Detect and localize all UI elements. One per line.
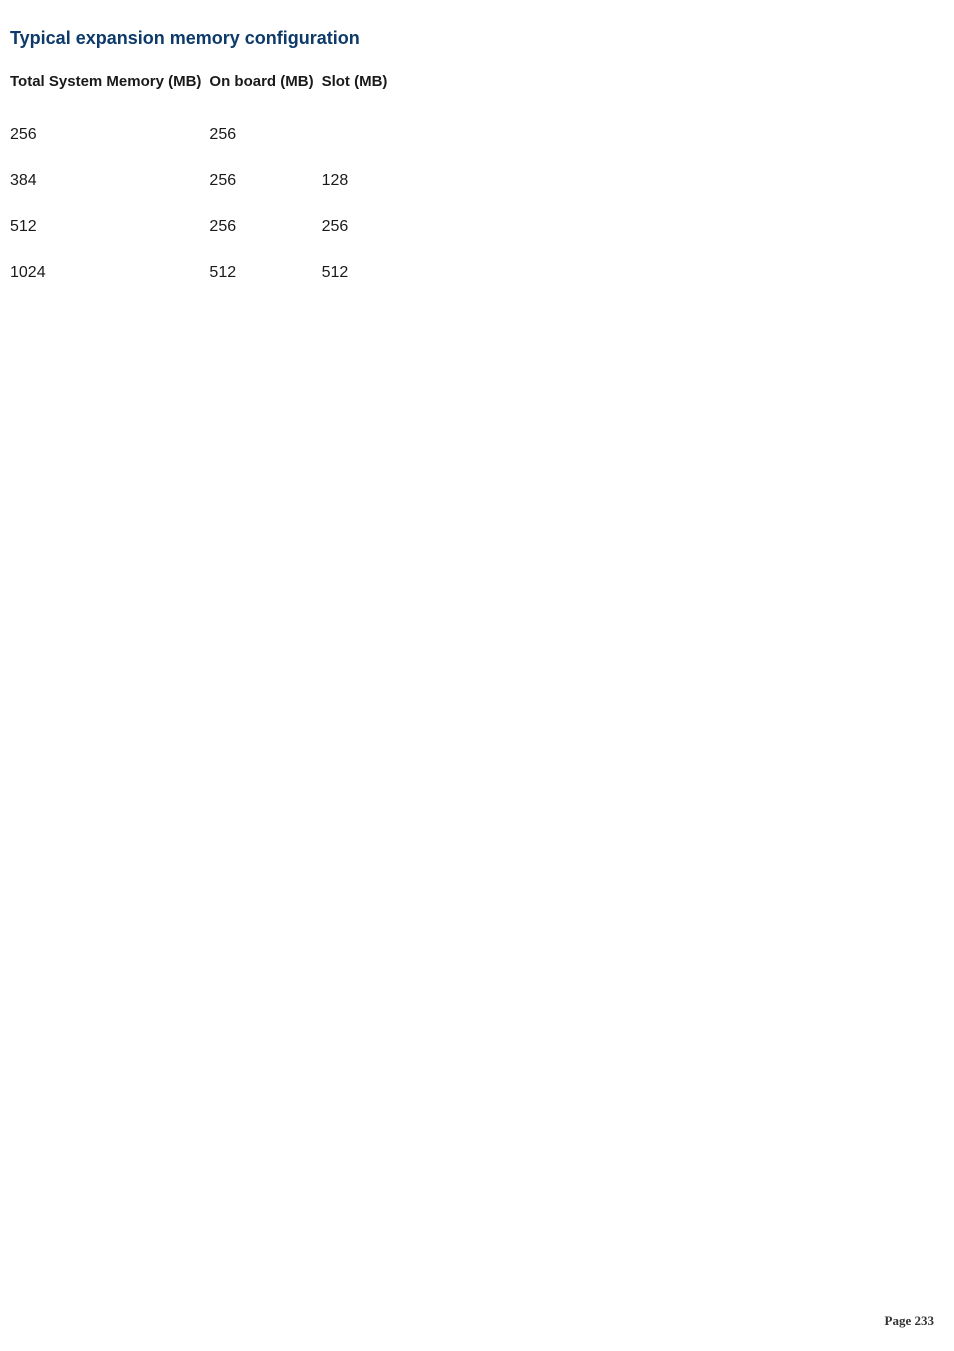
cell-slot: 512 [322, 250, 396, 296]
table-row: 256 256 [10, 112, 395, 158]
table-row: 512 256 256 [10, 204, 395, 250]
cell-total: 512 [10, 204, 209, 250]
cell-onboard: 512 [209, 250, 321, 296]
table-row: 1024 512 512 [10, 250, 395, 296]
page-footer: Page 233 [885, 1313, 934, 1329]
cell-onboard: 256 [209, 112, 321, 158]
table-header-row: Total System Memory (MB) On board (MB) S… [10, 73, 395, 112]
cell-total: 384 [10, 158, 209, 204]
col-header-total: Total System Memory (MB) [10, 73, 209, 112]
memory-config-table: Total System Memory (MB) On board (MB) S… [10, 73, 395, 296]
col-header-onboard: On board (MB) [209, 73, 321, 112]
cell-slot: 128 [322, 158, 396, 204]
section-heading: Typical expansion memory configuration [10, 28, 944, 49]
cell-slot: 256 [322, 204, 396, 250]
col-header-slot: Slot (MB) [322, 73, 396, 112]
cell-onboard: 256 [209, 204, 321, 250]
cell-slot [322, 112, 396, 158]
cell-total: 256 [10, 112, 209, 158]
cell-total: 1024 [10, 250, 209, 296]
table-row: 384 256 128 [10, 158, 395, 204]
cell-onboard: 256 [209, 158, 321, 204]
